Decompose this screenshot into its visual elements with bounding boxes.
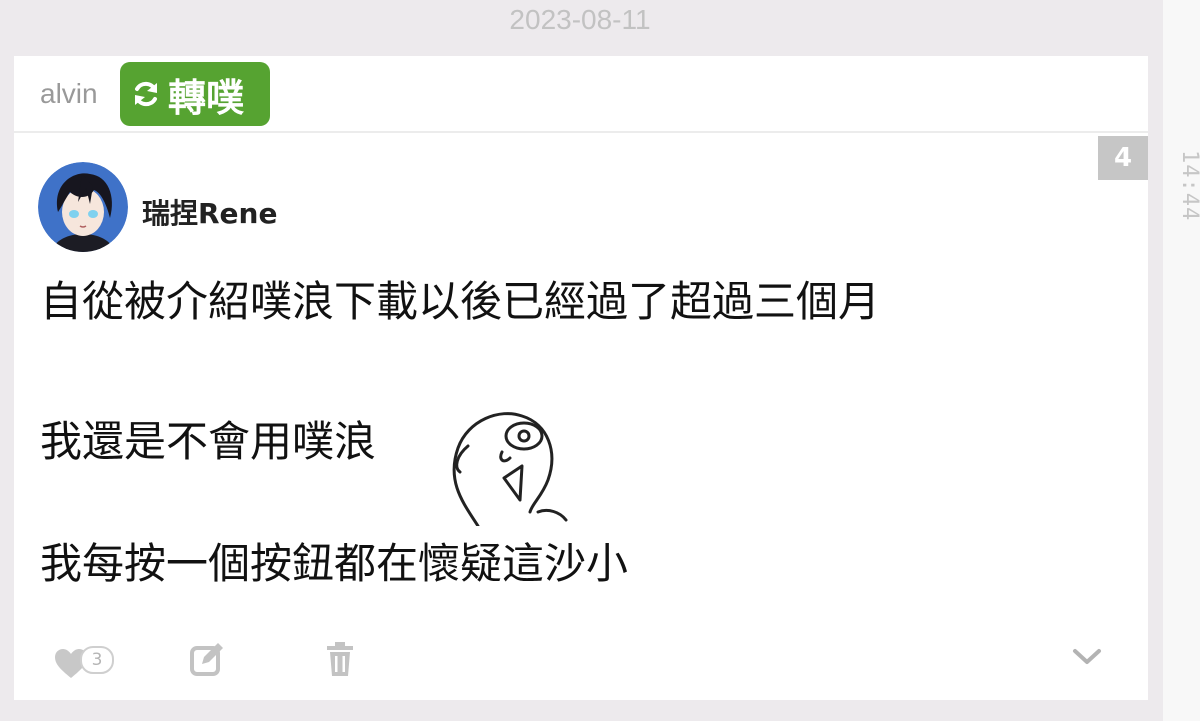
replurk-badge: 轉噗 — [120, 62, 270, 126]
post-time: 14:44 — [1177, 150, 1200, 222]
replurk-header: alvin 轉噗 — [14, 56, 1148, 133]
like-count: 3 — [80, 646, 114, 674]
edit-button[interactable] — [190, 642, 224, 680]
date-separator: 2023-08-11 — [509, 4, 651, 35]
avatar[interactable] — [38, 162, 128, 252]
content-line: 我還是不會用噗浪 — [40, 417, 377, 466]
replurker-name[interactable]: alvin — [40, 78, 98, 110]
trash-icon — [327, 642, 353, 676]
plurk-card[interactable]: alvin 轉噗 4 瑞捏Rene 自從被介紹噗浪下載以後已經過了超過三個月 我 — [14, 56, 1148, 700]
like-button[interactable]: 3 — [54, 644, 124, 678]
action-bar: 3 — [14, 636, 1148, 686]
edit-icon — [190, 643, 223, 676]
replurk-label: 轉噗 — [168, 75, 245, 120]
author-name[interactable]: 瑞捏Rene — [142, 192, 277, 232]
expand-button[interactable] — [1072, 648, 1102, 670]
content-line: 自從被介紹噗浪下載以後已經過了超過三個月 — [40, 277, 881, 326]
doodle-sticker-image — [452, 412, 568, 526]
timeline-gutter — [1163, 0, 1200, 721]
delete-button[interactable] — [326, 642, 354, 680]
response-count-badge[interactable]: 4 — [1098, 136, 1148, 180]
content-line: 我每按一個按鈕都在懷疑這沙小 — [40, 539, 629, 588]
refresh-icon — [135, 81, 157, 107]
chevron-down-icon — [1073, 649, 1101, 664]
